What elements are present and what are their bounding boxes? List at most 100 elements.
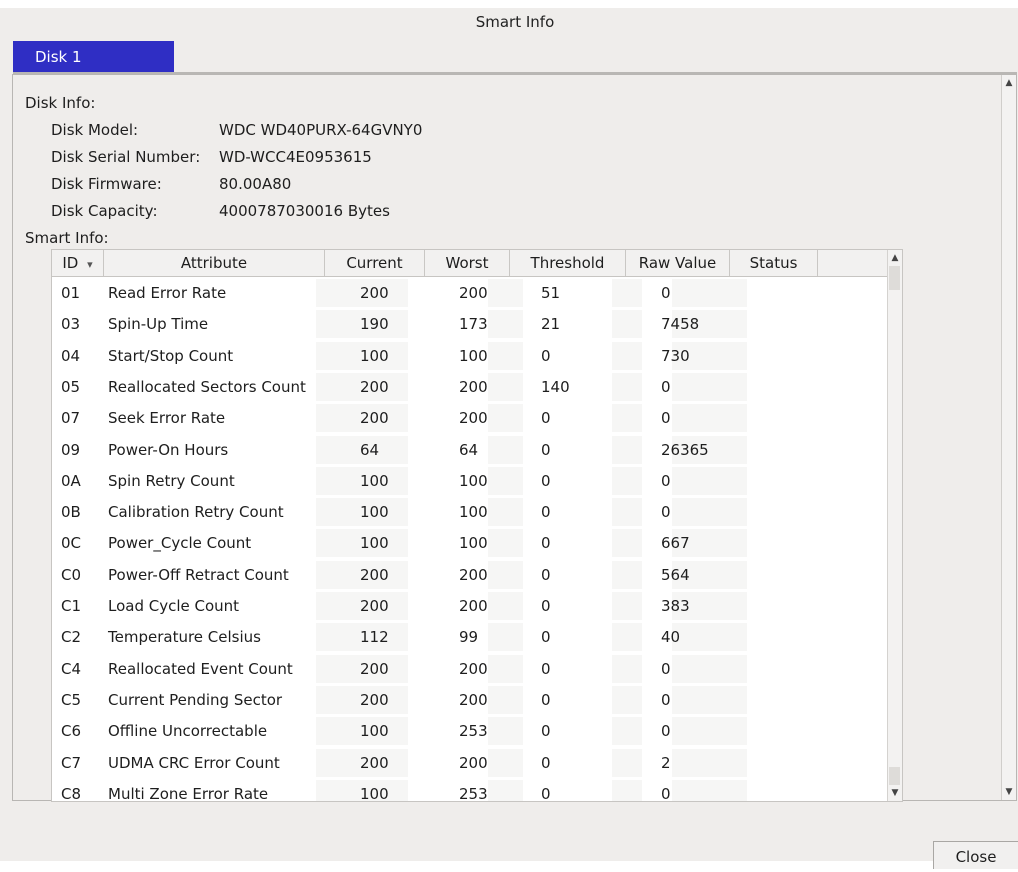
column-header-id[interactable]: ID ▾ — [52, 250, 104, 276]
disk-capacity-row: Disk Capacity: 4000787030016 Bytes — [25, 198, 390, 225]
cell-attribute: Calibration Retry Count — [108, 503, 284, 521]
scrollbar-track-top — [889, 266, 900, 290]
scroll-up-arrow-icon[interactable]: ▲ — [888, 250, 902, 266]
table-row[interactable]: 03 Spin-Up Time 190 173 21 7458 — [52, 307, 888, 338]
cell-worst: 100 — [459, 534, 488, 552]
table-row[interactable]: C1 Load Cycle Count 200 200 0 383 — [52, 589, 888, 620]
scroll-down-arrow-icon[interactable]: ▼ — [888, 785, 902, 801]
row-stripe — [612, 655, 642, 683]
cell-current: 112 — [360, 628, 389, 646]
cell-worst: 200 — [459, 378, 488, 396]
table-row[interactable]: 0A Spin Retry Count 100 100 0 0 — [52, 464, 888, 495]
cell-threshold: 0 — [541, 785, 551, 802]
row-stripe — [612, 404, 642, 432]
cell-worst: 200 — [459, 754, 488, 772]
smart-info-panel: Disk Info: Disk Model: WDC WD40PURX-64GV… — [12, 74, 1017, 802]
table-row[interactable]: C5 Current Pending Sector 200 200 0 0 — [52, 683, 888, 714]
row-stripe — [488, 655, 523, 683]
row-stripe — [612, 749, 642, 777]
cell-threshold: 51 — [541, 284, 561, 302]
sort-descending-icon: ▾ — [87, 258, 93, 271]
row-stripe — [488, 749, 523, 777]
tab-disk-1[interactable]: Disk 1 — [13, 41, 174, 73]
cell-id: 01 — [61, 284, 81, 302]
cell-id: C1 — [61, 597, 82, 615]
row-stripe — [488, 404, 523, 432]
disk-serial-row: Disk Serial Number: WD-WCC4E0953615 — [25, 144, 372, 171]
close-button[interactable]: Close — [933, 841, 1018, 869]
table-row[interactable]: C8 Multi Zone Error Rate 100 253 0 0 — [52, 777, 888, 802]
column-header-threshold[interactable]: Threshold — [510, 250, 626, 276]
row-stripe — [612, 467, 642, 495]
cell-raw-value: 0 — [661, 660, 671, 678]
cell-threshold: 0 — [541, 691, 551, 709]
table-vertical-scrollbar[interactable]: ▲ ▼ — [887, 250, 902, 801]
cell-threshold: 0 — [541, 597, 551, 615]
cell-attribute: Power-Off Retract Count — [108, 566, 289, 584]
row-stripe — [672, 655, 747, 683]
smart-attributes-table[interactable]: ID ▾ Attribute Current Worst Threshold R… — [51, 249, 903, 802]
cell-worst: 200 — [459, 284, 488, 302]
cell-threshold: 0 — [541, 722, 551, 740]
table-row[interactable]: 05 Reallocated Sectors Count 200 200 140 0 — [52, 370, 888, 401]
scrollbar-thumb[interactable] — [889, 767, 900, 785]
table-row[interactable]: 04 Start/Stop Count 100 100 0 730 — [52, 339, 888, 370]
disk-model-row: Disk Model: WDC WD40PURX-64GVNY0 — [25, 117, 422, 144]
row-stripe — [488, 623, 523, 651]
column-header-id-label: ID — [62, 254, 79, 272]
table-row[interactable]: 09 Power-On Hours 64 64 0 26365 — [52, 433, 888, 464]
row-stripe — [488, 780, 523, 801]
cell-threshold: 0 — [541, 441, 551, 459]
scroll-up-arrow-icon[interactable]: ▲ — [1002, 75, 1016, 91]
cell-threshold: 0 — [541, 472, 551, 490]
row-stripe — [612, 529, 642, 557]
row-stripe — [672, 404, 747, 432]
disk-capacity-label: Disk Capacity: — [51, 202, 158, 220]
cell-worst: 253 — [459, 785, 488, 802]
cell-raw-value: 0 — [661, 503, 671, 521]
cell-id: C4 — [61, 660, 82, 678]
table-row[interactable]: 01 Read Error Rate 200 200 51 0 — [52, 276, 888, 307]
cell-raw-value: 383 — [661, 597, 690, 615]
column-header-attribute[interactable]: Attribute — [104, 250, 325, 276]
table-row[interactable]: 0B Calibration Retry Count 100 100 0 0 — [52, 495, 888, 526]
cell-current: 100 — [360, 534, 389, 552]
table-row[interactable]: C7 UDMA CRC Error Count 200 200 0 2 — [52, 746, 888, 777]
table-row[interactable]: C6 Offline Uncorrectable 100 253 0 0 — [52, 714, 888, 745]
column-header-raw-value[interactable]: Raw Value — [626, 250, 730, 276]
row-stripe — [612, 373, 642, 401]
cell-raw-value: 667 — [661, 534, 690, 552]
cell-raw-value: 0 — [661, 472, 671, 490]
row-stripe — [672, 373, 747, 401]
table-row[interactable]: 07 Seek Error Rate 200 200 0 0 — [52, 401, 888, 432]
column-header-worst[interactable]: Worst — [425, 250, 510, 276]
column-header-status[interactable]: Status — [730, 250, 818, 276]
panel-vertical-scrollbar[interactable]: ▲ ▼ — [1001, 75, 1016, 800]
cell-threshold: 0 — [541, 409, 551, 427]
scroll-down-arrow-icon[interactable]: ▼ — [1002, 784, 1016, 800]
row-stripe — [488, 467, 523, 495]
column-header-current[interactable]: Current — [325, 250, 425, 276]
cell-attribute: Offline Uncorrectable — [108, 722, 268, 740]
table-row[interactable]: C4 Reallocated Event Count 200 200 0 0 — [52, 652, 888, 683]
table-header: ID ▾ Attribute Current Worst Threshold R… — [52, 250, 902, 277]
table-row[interactable]: C2 Temperature Celsius 112 99 0 40 — [52, 620, 888, 651]
row-stripe — [488, 373, 523, 401]
cell-current: 200 — [360, 660, 389, 678]
table-row[interactable]: 0C Power_Cycle Count 100 100 0 667 — [52, 526, 888, 557]
cell-raw-value: 0 — [661, 691, 671, 709]
cell-worst: 100 — [459, 347, 488, 365]
window-title: Smart Info — [475, 13, 555, 31]
row-stripe — [612, 592, 642, 620]
row-stripe — [612, 279, 642, 307]
row-stripe — [612, 686, 642, 714]
cell-attribute: Spin-Up Time — [108, 315, 209, 333]
cell-current: 200 — [360, 691, 389, 709]
cell-worst: 200 — [459, 597, 488, 615]
cell-attribute: Temperature Celsius — [108, 628, 261, 646]
cell-worst: 200 — [459, 691, 488, 709]
cell-current: 100 — [360, 347, 389, 365]
table-row[interactable]: C0 Power-Off Retract Count 200 200 0 564 — [52, 558, 888, 589]
cell-threshold: 0 — [541, 628, 551, 646]
row-stripe — [672, 279, 747, 307]
